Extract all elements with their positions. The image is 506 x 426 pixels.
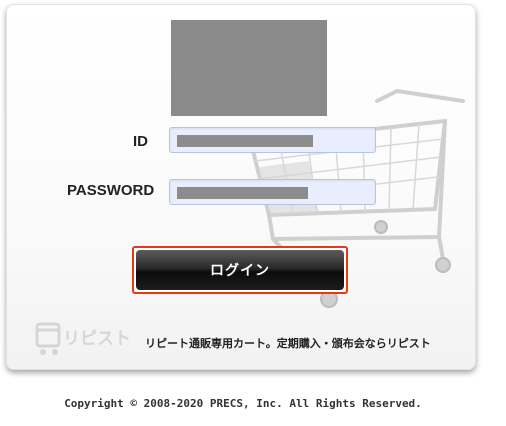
repist-logo-icon: リピスト — [35, 322, 131, 355]
tagline: リピート通販専用カート。定期購入・頒布会ならリピスト — [145, 337, 431, 350]
password-input[interactable] — [169, 179, 376, 205]
logo-text: リピスト — [63, 329, 131, 349]
copyright: Copyright © 2008-2020 PRECS, Inc. All Ri… — [64, 397, 422, 410]
login-button[interactable]: ログイン — [132, 246, 348, 294]
login-panel: ID PASSWORD ログイン リピスト リピート通販専用カート。定期購入・頒… — [6, 4, 476, 370]
login-button-label: ログイン — [136, 250, 344, 290]
password-input-value — [177, 187, 308, 199]
id-label: ID — [133, 133, 148, 150]
password-label: PASSWORD — [67, 182, 155, 199]
id-input[interactable] — [169, 127, 376, 153]
id-input-value — [177, 135, 313, 147]
